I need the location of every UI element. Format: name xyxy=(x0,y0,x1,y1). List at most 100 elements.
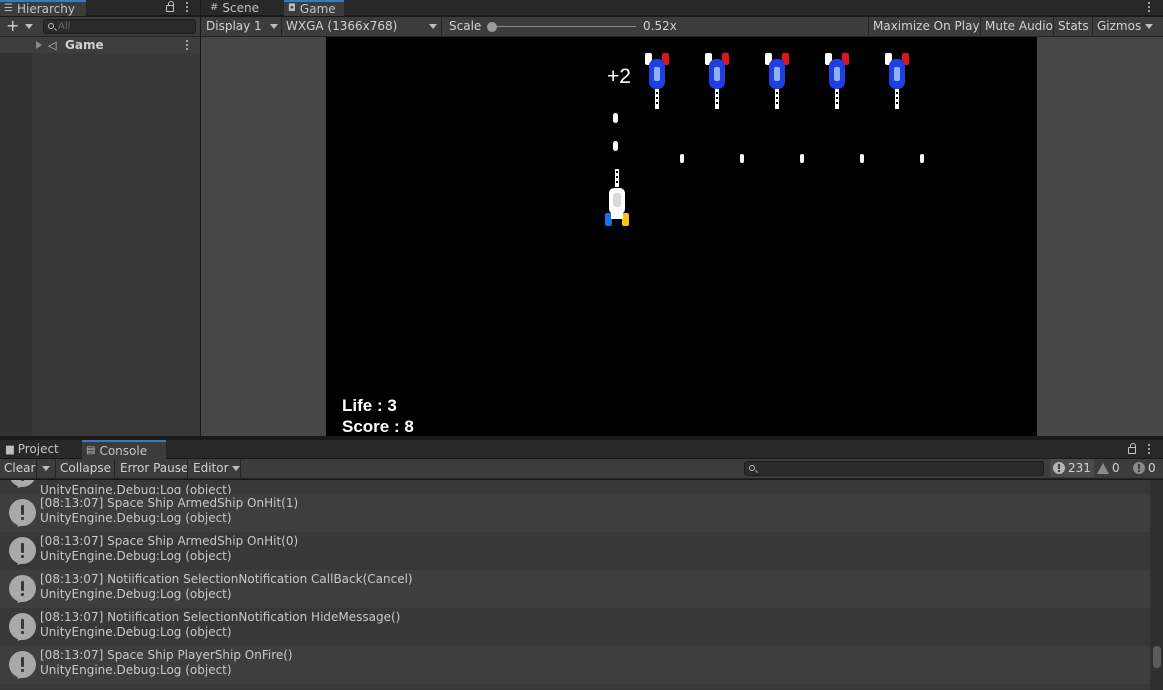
tab-label: Game xyxy=(299,2,336,16)
game-canvas[interactable]: +2 Life : 3 Score : 8 xyxy=(326,37,1037,436)
tab-scene[interactable]: # Scene xyxy=(206,0,284,16)
info-icon xyxy=(1053,462,1065,474)
tab-console[interactable]: ▤ Console xyxy=(82,440,166,459)
scrollbar-thumb[interactable] xyxy=(1153,646,1161,668)
scale-slider-track[interactable] xyxy=(491,26,636,27)
tab-project[interactable]: ▆ Project xyxy=(2,440,82,459)
life-counter: Life : 3 xyxy=(342,396,397,415)
stats-toggle[interactable]: Stats xyxy=(1054,17,1093,35)
toolbar-separator xyxy=(240,459,241,478)
tab-label: Console xyxy=(99,443,148,458)
error-count-toggle[interactable]: 0 xyxy=(1133,459,1156,477)
item-options-icon[interactable] xyxy=(186,40,188,50)
expand-arrow-icon[interactable] xyxy=(36,41,42,49)
lock-icon[interactable] xyxy=(1128,443,1136,454)
resolution-dropdown[interactable]: WXGA (1366x768) xyxy=(282,17,440,35)
log-entry[interactable]: [08:13:07] Notiification SelectionNotifi… xyxy=(0,608,1150,646)
display-dropdown[interactable]: Display 1 xyxy=(202,17,280,35)
console-icon: ▤ xyxy=(86,444,96,456)
editor-dropdown[interactable]: Editor xyxy=(189,459,244,477)
hierarchy-item-game[interactable]: ◁ Game xyxy=(0,37,200,53)
search-icon xyxy=(48,23,54,29)
enemy-bullet xyxy=(680,154,684,163)
console-scrollbar[interactable] xyxy=(1150,480,1163,690)
warning-icon xyxy=(1097,462,1109,474)
info-count: 231 xyxy=(1068,461,1091,475)
chevron-down-icon xyxy=(42,466,50,471)
error-pause-toggle[interactable]: Error Pause xyxy=(116,459,192,477)
chevron-down-icon xyxy=(1145,24,1154,29)
log-trace: UnityEngine.Debug:Log (object) xyxy=(40,663,232,677)
game-toolbar: Display 1 WXGA (1366x768) Scale 0.52x Ma… xyxy=(201,17,1163,37)
log-trace: UnityEngine.Debug:Log (object) xyxy=(40,549,232,563)
chevron-down-icon xyxy=(270,24,278,29)
log-message: [08:13:07] Space Ship ArmedShip OnHit(0) xyxy=(40,534,299,548)
enemy-bullet xyxy=(800,154,804,163)
toolbar-separator xyxy=(36,459,37,478)
hierarchy-toolbar: + All xyxy=(0,17,200,37)
folder-icon: ▆ xyxy=(6,444,14,455)
tab-game[interactable]: ◘ Game xyxy=(284,0,344,16)
log-message: [08:13:07] Space Ship PlayerShip OnFire(… xyxy=(40,648,293,662)
display-label: Display 1 xyxy=(206,19,262,33)
info-icon xyxy=(9,480,36,490)
more-options-icon[interactable] xyxy=(1148,444,1150,454)
info-icon xyxy=(9,537,36,567)
collapse-toggle[interactable]: Collapse xyxy=(56,459,115,477)
error-count: 0 xyxy=(1148,461,1156,475)
tab-hierarchy[interactable]: ☰ Hierarchy xyxy=(0,0,86,16)
gizmos-dropdown[interactable]: Gizmos xyxy=(1093,17,1157,35)
enemy-ship xyxy=(885,53,909,109)
maximize-on-play-toggle[interactable]: Maximize On Play xyxy=(869,17,984,35)
chevron-down-icon xyxy=(24,24,33,29)
player-bullet xyxy=(613,113,618,123)
chevron-down-icon xyxy=(429,24,437,29)
score-popup: +2 xyxy=(607,65,631,88)
log-message: [08:13:07] Notiification SelectionNotifi… xyxy=(40,572,413,586)
scale-slider-thumb[interactable] xyxy=(487,22,497,32)
search-placeholder: All xyxy=(58,21,71,32)
console-tabbar: ▆ Project ▤ Console xyxy=(0,440,1163,459)
clear-options-dropdown[interactable] xyxy=(38,459,54,477)
game-view-area[interactable]: +2 Life : 3 Score : 8 xyxy=(201,37,1163,436)
tab-label: Scene xyxy=(222,1,259,15)
clear-button[interactable]: Clear xyxy=(0,459,39,477)
console-log-list: UnityEngine.Debug:Log (object) [08:13:07… xyxy=(0,480,1163,690)
warning-count-toggle[interactable]: 0 xyxy=(1097,459,1120,477)
gamepad-icon: ◘ xyxy=(288,3,296,14)
hierarchy-search-input[interactable]: All xyxy=(43,19,196,34)
console-search-input[interactable] xyxy=(744,461,1044,476)
editor-label: Editor xyxy=(193,461,229,475)
toolbar-separator xyxy=(187,459,188,478)
log-entry[interactable]: [08:13:07] Space Ship ArmedShip OnHit(0)… xyxy=(0,532,1150,570)
enemy-ship xyxy=(825,53,849,109)
log-entry[interactable]: [08:13:07] Space Ship PlayerShip OnFire(… xyxy=(0,646,1150,684)
scale-label: Scale xyxy=(449,19,482,33)
info-count-toggle[interactable]: 231 xyxy=(1050,459,1094,477)
info-icon xyxy=(9,575,36,605)
add-button[interactable]: + xyxy=(2,17,37,35)
log-entry[interactable]: [08:13:07] Notiification SelectionNotifi… xyxy=(0,570,1150,608)
hierarchy-gutter xyxy=(0,37,32,436)
hierarchy-tabbar: ☰ Hierarchy xyxy=(0,0,200,16)
log-trace: UnityEngine.Debug:Log (object) xyxy=(40,587,232,601)
view-tabbar: # Scene ◘ Game xyxy=(201,0,1163,16)
console-toolbar: Clear Collapse Error Pause Editor 231 0 … xyxy=(0,459,1163,479)
scale-value: 0.52x xyxy=(643,19,677,33)
more-options-icon[interactable] xyxy=(1148,2,1150,12)
toolbar-separator xyxy=(441,17,442,36)
enemy-ship xyxy=(765,53,789,109)
log-trace: UnityEngine.Debug:Log (object) xyxy=(40,625,232,639)
more-options-icon[interactable] xyxy=(186,2,188,12)
hierarchy-list: ◁ Game xyxy=(0,37,200,436)
warning-count: 0 xyxy=(1112,461,1120,475)
toolbar-separator xyxy=(114,459,115,478)
tab-label: Project xyxy=(17,442,59,456)
enemy-bullet xyxy=(740,154,744,163)
info-icon xyxy=(9,651,36,681)
log-entry[interactable]: [08:13:07] Space Ship ArmedShip OnHit(1)… xyxy=(0,494,1150,532)
info-icon xyxy=(9,613,36,643)
mute-audio-toggle[interactable]: Mute Audio xyxy=(981,17,1057,35)
lock-icon[interactable] xyxy=(166,1,174,12)
enemy-bullet xyxy=(920,154,924,163)
